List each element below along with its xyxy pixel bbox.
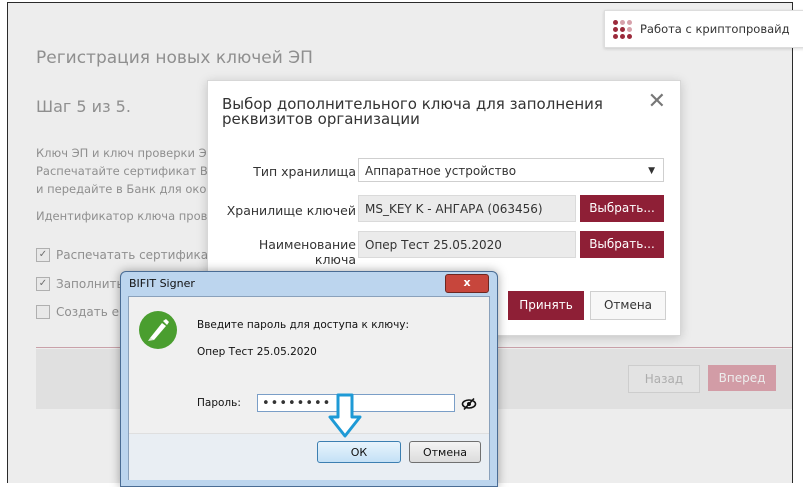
- storage-type-label: Тип хранилища: [253, 164, 356, 179]
- ok-button[interactable]: ОК: [317, 441, 401, 463]
- crypto-provider-label: Работа с криптопровайд: [640, 22, 790, 36]
- signer-cancel-button[interactable]: Отмена: [409, 441, 481, 463]
- password-prompt: Введите пароль для доступа к ключу:: [197, 319, 410, 331]
- signer-key-name: Опер Тест 25.05.2020: [197, 346, 317, 358]
- window-content: Введите пароль для доступа к ключу: Опер…: [128, 296, 490, 480]
- bifit-signer-window: BIFIT Signer x Введите пароль для доступ…: [120, 271, 498, 487]
- chevron-down-icon: ▼: [648, 166, 655, 176]
- storage-type-select[interactable]: Аппаратное устройство ▼: [358, 158, 664, 182]
- key-storage-field: MS_KEY K - АНГАРА (063456): [358, 195, 576, 222]
- eye-slash-icon[interactable]: [461, 396, 477, 415]
- bifit-pen-logo-icon: [139, 311, 177, 349]
- crypto-provider-link[interactable]: Работа с криптопровайд: [604, 10, 803, 48]
- password-label: Пароль:: [197, 397, 241, 409]
- crypto-dots-icon: [613, 19, 632, 39]
- key-name-field: Опер Тест 25.05.2020: [358, 231, 576, 258]
- choose-storage-button[interactable]: Выбрать...: [580, 195, 664, 222]
- key-storage-label: Хранилище ключей: [226, 203, 356, 218]
- modal-cancel-button[interactable]: Отмена: [590, 291, 666, 320]
- key-name-label: Наименование ключа: [258, 237, 356, 267]
- choose-key-button[interactable]: Выбрать...: [580, 231, 664, 258]
- close-icon[interactable]: ✕: [648, 89, 666, 114]
- arrow-down-icon: [328, 393, 362, 443]
- storage-type-value: Аппаратное устройство: [365, 164, 517, 178]
- accept-button[interactable]: Принять: [508, 291, 584, 320]
- window-title: BIFIT Signer: [129, 277, 195, 290]
- window-close-button[interactable]: x: [445, 274, 489, 293]
- dialog-title: Выбор дополнительного ключа для заполнен…: [222, 95, 603, 128]
